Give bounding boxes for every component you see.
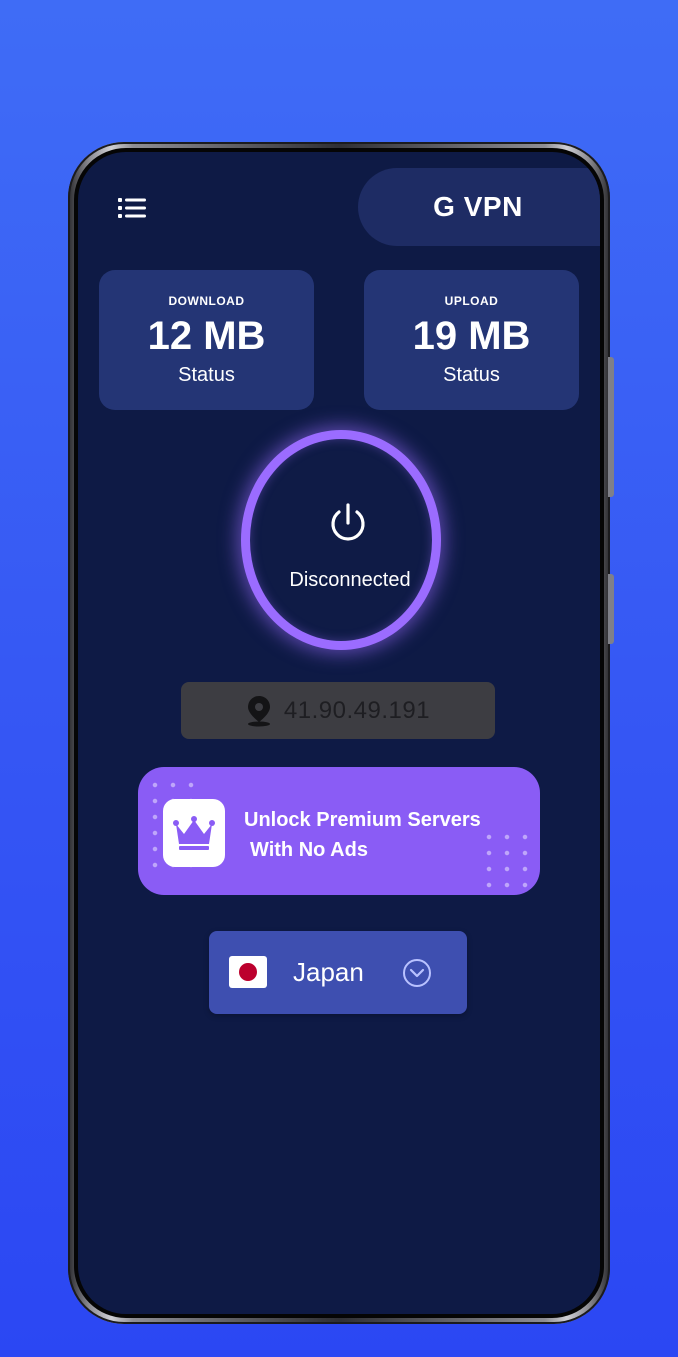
- app-screen: G VPN DOWNLOAD 12 MB Status UPLOAD 19 MB…: [78, 152, 600, 1314]
- premium-line-2: With No Ads: [250, 839, 368, 861]
- download-card: DOWNLOAD 12 MB Status: [99, 270, 314, 410]
- crown-badge: [163, 799, 225, 867]
- location-pin-icon: [247, 695, 270, 726]
- phone-side-button: [608, 357, 614, 497]
- crown-icon: [173, 816, 215, 850]
- server-selector[interactable]: Japan: [209, 931, 467, 1014]
- phone-frame: G VPN DOWNLOAD 12 MB Status UPLOAD 19 MB…: [68, 142, 614, 1324]
- app-title-pill: G VPN: [358, 168, 600, 246]
- premium-line-1: Unlock Premium Servers: [244, 809, 481, 831]
- download-status: Status: [178, 364, 235, 386]
- download-label: DOWNLOAD: [168, 294, 245, 308]
- connect-button[interactable]: Disconnected: [241, 430, 441, 650]
- connection-status: Disconnected: [289, 569, 411, 591]
- server-country: Japan: [293, 957, 364, 987]
- premium-banner[interactable]: Unlock Premium Servers With No Ads: [138, 767, 540, 895]
- ip-address: 41.90.49.191: [283, 696, 431, 724]
- chevron-down-circle-icon: [403, 959, 431, 987]
- download-value: 12 MB: [147, 314, 266, 358]
- app-title: G VPN: [433, 191, 523, 222]
- phone-side-button: [608, 574, 614, 644]
- connect-control: Disconnected: [241, 430, 441, 660]
- upload-value: 19 MB: [412, 314, 531, 358]
- premium-text: Unlock Premium Servers With No Ads: [244, 805, 481, 865]
- upload-label: UPLOAD: [444, 294, 499, 308]
- list-icon[interactable]: [118, 196, 146, 220]
- japan-flag-icon: [229, 956, 267, 988]
- power-icon: [331, 503, 365, 541]
- decor-dots: [480, 829, 536, 889]
- upload-status: Status: [443, 364, 500, 386]
- ip-address-box: 41.90.49.191: [181, 682, 495, 739]
- upload-card: UPLOAD 19 MB Status: [364, 270, 579, 410]
